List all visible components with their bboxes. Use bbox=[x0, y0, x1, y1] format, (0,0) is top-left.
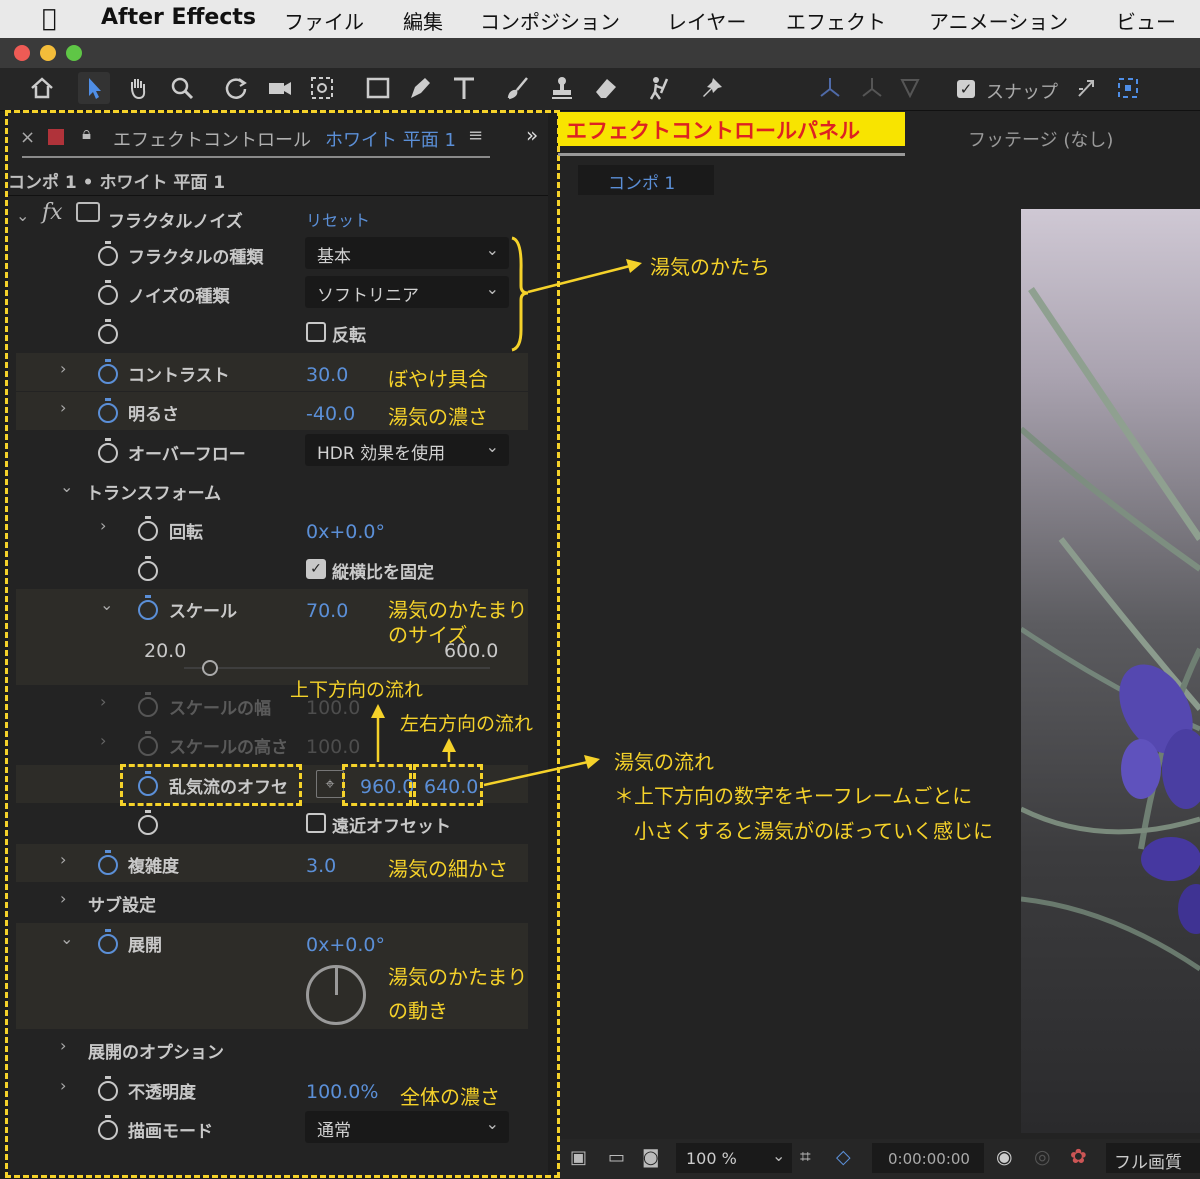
annotation-shape: 湯気のかたち bbox=[650, 255, 770, 279]
annotation-blob-size-line2: のサイズ bbox=[388, 623, 468, 647]
annotation-fineness: 湯気の細かさ bbox=[388, 857, 508, 881]
annotation-blur: ぼやけ具合 bbox=[388, 367, 488, 391]
offset-x-highlight bbox=[342, 764, 412, 806]
annotation-overall-density: 全体の濃さ bbox=[400, 1085, 500, 1109]
annotation-flow: 湯気の流れ bbox=[614, 750, 714, 774]
annotation-blob-motion-line1: 湯気のかたまり bbox=[388, 965, 528, 989]
annotation-blob-motion-line2: の動き bbox=[388, 999, 448, 1023]
annotation-vertical-flow: 上下方向の流れ bbox=[290, 679, 424, 701]
annotation-flow-note-line1: ＊上下方向の数字をキーフレームごとに bbox=[614, 784, 973, 808]
annotation-horizontal-flow: 左右方向の流れ bbox=[400, 713, 534, 735]
offset-label-highlight bbox=[120, 764, 302, 806]
annotation-density: 湯気の濃さ bbox=[388, 405, 488, 429]
offset-y-highlight bbox=[413, 764, 483, 806]
annotation-flow-note-line2: 小さくすると湯気がのぼっていく感じに bbox=[634, 819, 993, 843]
annotation-arrows bbox=[371, 236, 642, 787]
